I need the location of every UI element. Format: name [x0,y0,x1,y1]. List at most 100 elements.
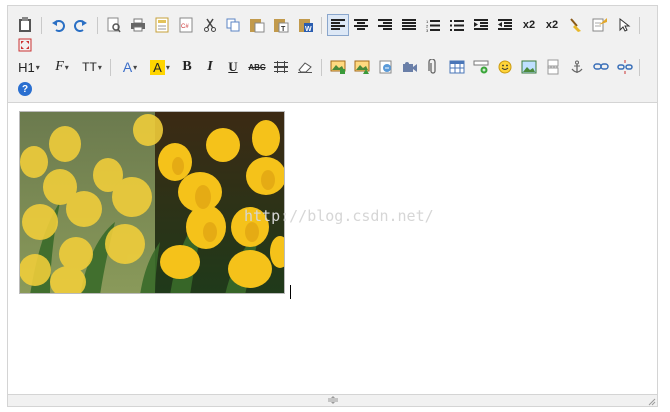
chevron-down-icon: ▾ [165,62,170,72]
insert-table-button[interactable] [446,56,468,78]
redo-icon [74,20,87,32]
separator [41,17,42,34]
paste-word-button[interactable]: W [295,14,317,36]
paste-text-button[interactable]: T [270,14,292,36]
editor-statusbar [8,394,657,406]
highlight-color-label: A [150,59,165,75]
font-size-dropdown[interactable]: TT ▾ [78,56,106,78]
eraser-button[interactable] [294,56,316,78]
strikethrough-button[interactable]: ABC [246,56,268,78]
ordered-list-button[interactable]: 123 [422,14,444,36]
undo-icon [52,20,65,32]
picture-frame-icon [521,60,537,74]
paste-icon [250,19,265,33]
align-right-button[interactable] [374,14,396,36]
svg-text:W: W [305,26,312,33]
clipboard-icon [19,17,31,32]
unordered-list-button[interactable] [446,14,468,36]
corner-grip-icon[interactable] [648,398,656,406]
code-file-icon: C# [179,17,193,33]
insert-code-button[interactable]: C# [175,14,197,36]
template-button[interactable] [151,14,173,36]
italic-button[interactable]: I [199,56,221,78]
video-camera-icon [403,62,417,72]
strikethrough-label: ABC [248,62,266,72]
select-all-button[interactable] [614,14,636,36]
background-button[interactable] [518,56,540,78]
copy-button[interactable] [222,14,244,36]
editor-content[interactable]: http://blog.csdn.net/ [8,103,657,395]
font-color-label: A [122,59,133,75]
link-button[interactable] [590,56,612,78]
insert-image-button[interactable] [327,56,349,78]
align-center-icon [354,19,368,30]
emotion-button[interactable] [494,56,516,78]
smiley-icon [498,60,512,74]
superscript-label: x2 [545,19,559,31]
table-icon [449,60,465,74]
grid-dots-icon [274,61,288,73]
separator [321,59,322,76]
align-left-button[interactable] [327,14,349,36]
insert-link-image-button[interactable] [375,56,397,78]
subscript-label: x2 [522,19,536,31]
template-icon [155,17,169,33]
anchor-button[interactable] [566,56,588,78]
undo-button[interactable] [47,14,69,36]
highlight-color-button[interactable]: A ▾ [146,56,174,78]
insert-video-button[interactable] [399,56,421,78]
image-icon [330,60,346,74]
resize-handle-icon[interactable] [327,396,339,404]
scissors-icon [204,18,216,32]
bold-button[interactable]: B [176,56,198,78]
inserted-image[interactable] [19,111,285,294]
rich-text-editor: C# T W 1 2 3 x2 x2 H1 ▾ F ▾ TT ▾ A ▾ A ▾… [7,5,658,407]
page-break-button[interactable] [542,56,564,78]
insert-row-button[interactable] [470,56,492,78]
heading-dropdown[interactable]: H1 ▾ [14,56,44,78]
source-code-button[interactable] [14,14,36,36]
subscript-button[interactable]: x2 [518,14,540,36]
separator [639,17,640,34]
svg-text:3: 3 [426,28,429,32]
images-icon [354,60,370,74]
align-center-button[interactable] [350,14,372,36]
editor-toolbar: C# T W 1 2 3 x2 x2 H1 ▾ F ▾ TT ▾ A ▾ A ▾… [8,6,657,103]
attachment-button[interactable] [422,56,444,78]
paste-word-icon: W [299,19,313,33]
indent-icon [474,19,488,30]
insert-multi-image-button[interactable] [351,56,373,78]
underline-button[interactable]: U [222,56,244,78]
format-painter-button[interactable] [589,14,611,36]
font-size-label: TT [82,60,97,74]
font-family-dropdown[interactable]: F ▾ [48,56,76,78]
unlink-button[interactable] [614,56,636,78]
watermark-text: http://blog.csdn.net/ [244,207,434,225]
paperclip-icon [428,59,436,74]
chevron-down-icon: ▾ [35,62,40,72]
help-button[interactable]: ? [14,78,36,100]
separator [321,17,322,34]
superscript-button[interactable]: x2 [541,14,563,36]
fullscreen-button[interactable] [14,34,36,56]
preview-button[interactable] [103,14,125,36]
italic-label: I [207,59,213,74]
numbered-list-icon: 123 [426,19,440,32]
unlink-icon [617,60,633,74]
justify-button[interactable] [398,14,420,36]
chevron-down-icon: ▾ [64,62,69,72]
outdent-button[interactable] [494,14,516,36]
horizontal-rule-button[interactable] [270,56,292,78]
tulips-image [20,112,284,293]
redo-button[interactable] [70,14,92,36]
bold-label: B [182,59,192,74]
align-justify-icon [402,19,416,30]
cut-button[interactable] [199,14,221,36]
link-icon [593,63,609,70]
paste-button[interactable] [246,14,268,36]
remove-format-button[interactable] [565,14,587,36]
font-color-button[interactable]: A ▾ [116,56,144,78]
indent-button[interactable] [470,14,492,36]
text-caret [290,285,291,299]
print-button[interactable] [127,14,149,36]
